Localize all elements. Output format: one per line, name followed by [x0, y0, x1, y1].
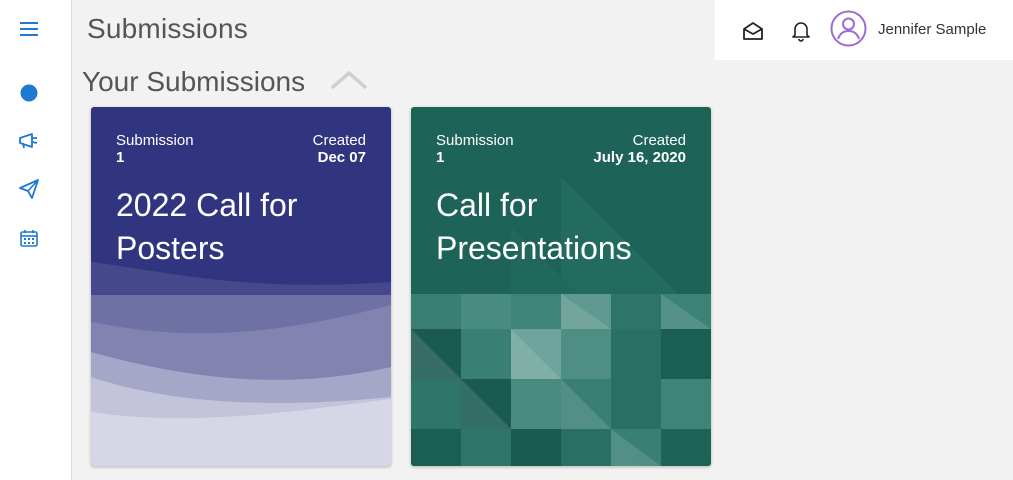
- submission-label: Submission: [116, 132, 194, 149]
- bell-icon[interactable]: [789, 19, 813, 43]
- submission-card[interactable]: Submission 1 Created Dec 07 2022 Call fo…: [91, 107, 391, 466]
- chevron-up-icon: [331, 70, 367, 94]
- sidebar: [0, 0, 72, 480]
- calendar-icon[interactable]: [17, 226, 41, 250]
- user-name[interactable]: Jennifer Sample: [878, 21, 986, 38]
- megaphone-icon[interactable]: [17, 129, 41, 153]
- circle-icon[interactable]: [17, 81, 41, 105]
- created-value: July 16, 2020: [593, 149, 686, 166]
- collapse-section-button[interactable]: [329, 67, 369, 97]
- menu-icon[interactable]: [17, 17, 41, 41]
- card-title: Call for Presentations: [436, 187, 632, 266]
- created-label: Created: [632, 132, 686, 149]
- submission-card[interactable]: Submission 1 Created July 16, 2020 Call …: [411, 107, 711, 466]
- page-title: Submissions: [87, 13, 248, 44]
- card-title: 2022 Call for Posters: [116, 187, 298, 266]
- top-bar: Jennifer Sample: [715, 0, 1013, 60]
- section-header: Your Submissions: [82, 62, 369, 102]
- paper-plane-icon[interactable]: [17, 177, 41, 201]
- created-label: Created: [312, 132, 366, 149]
- avatar[interactable]: [830, 10, 867, 47]
- created-value: Dec 07: [317, 149, 366, 166]
- submission-value: 1: [116, 149, 125, 166]
- section-title: Your Submissions: [82, 66, 306, 97]
- submission-value: 1: [436, 149, 445, 166]
- inbox-icon[interactable]: [741, 19, 765, 43]
- submission-label: Submission: [436, 132, 514, 149]
